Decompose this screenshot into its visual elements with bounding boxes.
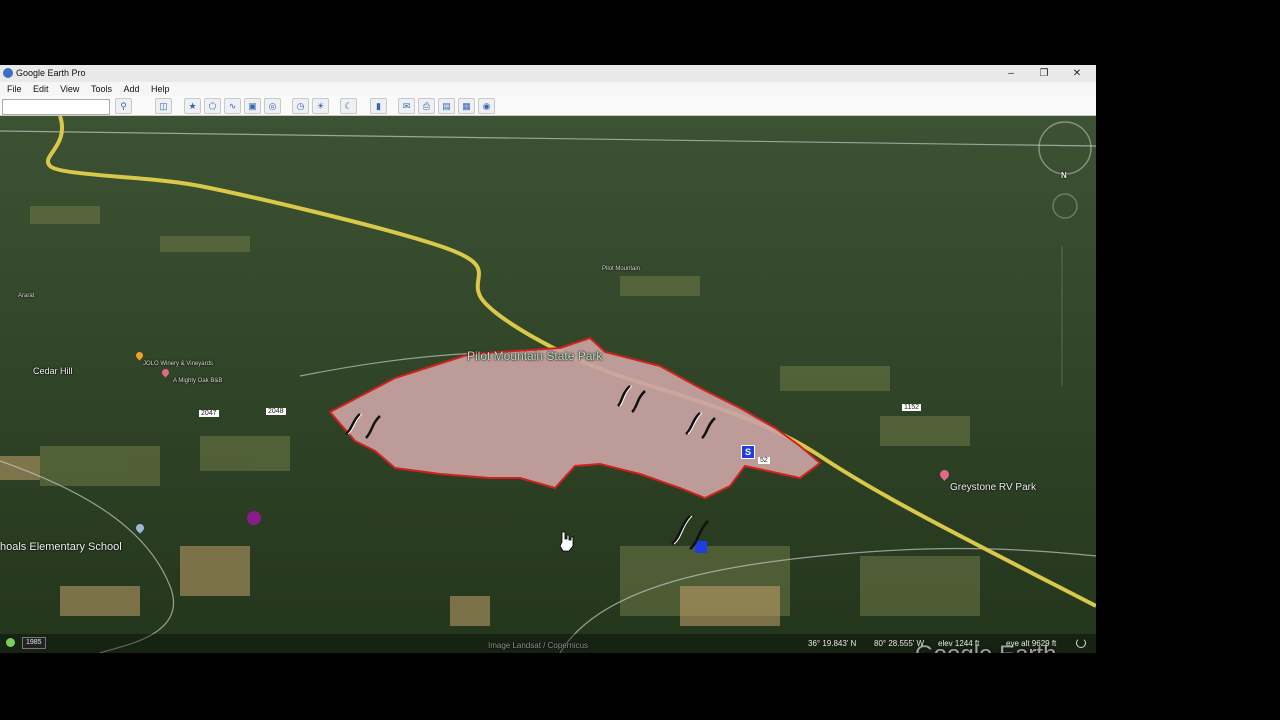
longitude-readout: 80° 28.555' W xyxy=(874,639,925,648)
historical-imagery-icon[interactable]: ◷ xyxy=(292,98,309,114)
sky-icon[interactable]: ☾ xyxy=(340,98,357,114)
tour-icon[interactable]: ◎ xyxy=(264,98,281,114)
mighty-oak-label: A Mighty Oak B&B xyxy=(173,378,223,384)
minimize-button[interactable]: – xyxy=(995,65,1027,82)
save-image-icon[interactable]: ▤ xyxy=(438,98,455,114)
menu-view[interactable]: View xyxy=(60,82,79,96)
placemark-icon[interactable]: ★ xyxy=(184,98,201,114)
polygon-icon[interactable]: ⬠ xyxy=(204,98,221,114)
print-icon[interactable]: ⎙ xyxy=(418,98,435,114)
search-input[interactable] xyxy=(2,99,110,115)
gallery-icon[interactable]: ◉ xyxy=(478,98,495,114)
status-bar: 1985 36° 19.843' N 80° 28.555' W elev 12… xyxy=(0,634,1096,653)
google-earth-window: Google Earth Pro – ❐ ✕ File Edit View To… xyxy=(0,65,1096,653)
loading-icon xyxy=(1076,638,1086,648)
cedar-hill-label: Cedar Hill xyxy=(33,366,73,376)
sidebar-icon[interactable]: ◫ xyxy=(155,98,172,114)
maximize-button[interactable]: ❐ xyxy=(1028,65,1060,82)
route-1152-shield: 1152 xyxy=(902,404,922,411)
menu-help[interactable]: Help xyxy=(151,82,170,96)
jolo-label: JOLO Winery & Vineyards xyxy=(143,361,213,367)
greystone-label: Greystone RV Park xyxy=(950,482,1036,493)
park-label: Pilot Mountain State Park xyxy=(467,349,603,363)
route-52-shield: 52 xyxy=(758,457,770,464)
menu-bar: File Edit View Tools Add Help xyxy=(0,82,1096,96)
title-bar: Google Earth Pro – ❐ ✕ xyxy=(0,65,1096,82)
email-icon[interactable]: ✉ xyxy=(398,98,415,114)
menu-file[interactable]: File xyxy=(7,82,22,96)
eye-alt-readout: eye alt 9629 ft xyxy=(1006,639,1057,648)
historical-year[interactable]: 1985 xyxy=(22,637,46,649)
latitude-readout: 36° 19.843' N xyxy=(808,639,857,648)
overlay-icon[interactable]: ▣ xyxy=(244,98,261,114)
menu-add[interactable]: Add xyxy=(123,82,139,96)
blue-marker-icon[interactable] xyxy=(695,541,707,553)
ararat-label: Ararat xyxy=(18,293,35,299)
pilot-mountain-label: Pilot Mountain xyxy=(602,266,641,272)
close-button[interactable]: ✕ xyxy=(1061,65,1093,82)
elevation-readout: elev 1244 ft xyxy=(938,639,980,648)
route-2047-shield: 2047 xyxy=(199,410,219,417)
purple-marker-icon[interactable] xyxy=(247,511,261,525)
menu-edit[interactable]: Edit xyxy=(33,82,49,96)
google-earth-icon xyxy=(3,68,13,78)
route-2048-shield: 2048 xyxy=(266,408,286,415)
search-icon[interactable]: ⚲ xyxy=(115,98,132,114)
earth-view[interactable]: Pilot Mountain State Park Cedar Hill hoa… xyxy=(0,116,1096,653)
compass-north[interactable]: N xyxy=(1061,171,1067,180)
map-icon[interactable]: ▦ xyxy=(458,98,475,114)
window-title: Google Earth Pro xyxy=(16,68,86,78)
s-marker-icon[interactable]: S xyxy=(741,445,755,459)
path-icon[interactable]: ∿ xyxy=(224,98,241,114)
toolbar: ⚲ ◫ ★ ⬠ ∿ ▣ ◎ ◷ ☀ ☾ ▮ ✉ ⎙ ▤ ▦ ◉ xyxy=(0,96,1096,116)
ruler-icon[interactable]: ▮ xyxy=(370,98,387,114)
historical-year-icon[interactable] xyxy=(6,638,15,647)
terrain-imagery xyxy=(0,116,1096,653)
sunlight-icon[interactable]: ☀ xyxy=(312,98,329,114)
school-label: hoals Elementary School xyxy=(0,541,122,553)
menu-tools[interactable]: Tools xyxy=(91,82,112,96)
